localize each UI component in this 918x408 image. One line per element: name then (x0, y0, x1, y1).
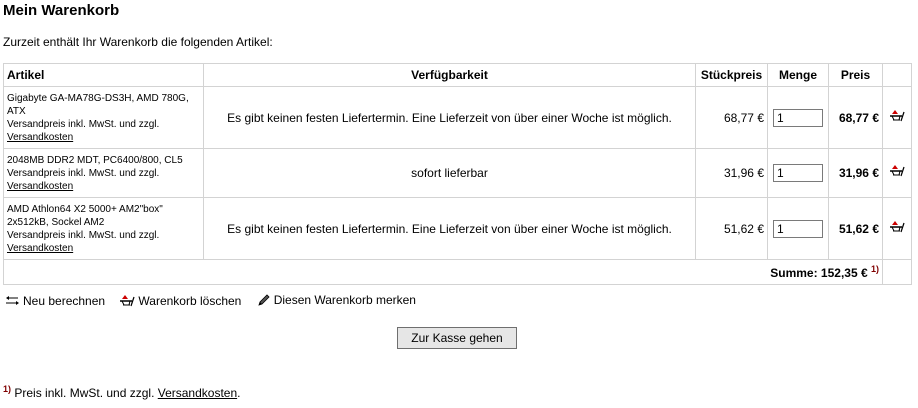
cart-sum: Summe: 152,35 € (770, 266, 868, 280)
sum-empty-cell (882, 259, 912, 285)
table-row: AMD Athlon64 X2 5000+ AM2"box" 2x512kB, … (3, 197, 912, 260)
cart-table: Artikel Verfügbarkeit Stückpreis Menge P… (3, 63, 912, 285)
sum-row: Summe: 152,35 € 1) (3, 259, 912, 285)
pencil-icon (258, 294, 270, 306)
shipping-costs-link[interactable]: Versandkosten (7, 132, 73, 143)
quantity-cell (767, 197, 829, 260)
sum-cell: Summe: 152,35 € 1) (3, 259, 883, 285)
quantity-cell (767, 86, 829, 149)
page-title: Mein Warenkorb (3, 2, 120, 19)
shipping-note: Versandpreis inkl. MwSt. und zzgl. (7, 167, 160, 179)
availability: sofort lieferbar (203, 148, 696, 198)
intro-text: Zurzeit enthält Ihr Warenkorb die folgen… (3, 35, 273, 49)
cart-actions: Neu berechnen Warenkorb löschen Diesen W… (5, 293, 428, 310)
recalculate-label: Neu berechnen (23, 294, 106, 308)
quantity-input[interactable] (773, 219, 823, 238)
footnote-text: Preis inkl. MwSt. und zzgl. (14, 386, 155, 400)
shipping-note: Versandpreis inkl. MwSt. und zzgl. (7, 118, 160, 130)
footnote-marker: 1) (3, 384, 12, 394)
swap-arrows-icon (6, 296, 19, 305)
remove-item-icon[interactable] (889, 164, 905, 182)
remember-cart-link[interactable]: Diesen Warenkorb merken (257, 293, 416, 307)
remember-cart-label: Diesen Warenkorb merken (273, 293, 416, 307)
availability: Es gibt keinen festen Liefertermin. Eine… (203, 197, 696, 260)
quantity-input[interactable] (773, 164, 823, 182)
quantity-cell (767, 148, 829, 198)
quantity-input[interactable] (773, 108, 823, 127)
availability: Es gibt keinen festen Liefertermin. Eine… (203, 86, 696, 149)
shipping-note: Versandpreis inkl. MwSt. und zzgl. (7, 229, 160, 241)
header-actions (882, 63, 912, 87)
product-cell: 2048MB DDR2 MDT, PC6400/800, CL5 Versand… (3, 148, 204, 198)
header-article: Artikel (3, 63, 204, 87)
row-price: 68,77 € (828, 86, 883, 149)
delete-cell (882, 148, 912, 198)
recalculate-link[interactable]: Neu berechnen (5, 294, 105, 308)
unit-price: 31,96 € (695, 148, 768, 198)
product-cell: AMD Athlon64 X2 5000+ AM2"box" 2x512kB, … (3, 197, 204, 260)
footnote-period: . (237, 386, 241, 400)
clear-cart-link[interactable]: Warenkorb löschen (120, 294, 241, 308)
table-header-row: Artikel Verfügbarkeit Stückpreis Menge P… (3, 63, 912, 87)
row-price: 51,62 € (828, 197, 883, 260)
product-cell: Gigabyte GA-MA78G-DS3H, AMD 780G, ATX Ve… (3, 86, 204, 149)
footnote: 1) Preis inkl. MwSt. und zzgl. Versandko… (3, 384, 240, 400)
delete-cell (882, 197, 912, 260)
table-row: 2048MB DDR2 MDT, PC6400/800, CL5 Versand… (3, 148, 912, 198)
product-name: AMD Athlon64 X2 5000+ AM2"box" 2x512kB, … (7, 203, 163, 228)
shipping-costs-link[interactable]: Versandkosten (7, 243, 73, 254)
product-name: 2048MB DDR2 MDT, PC6400/800, CL5 (7, 154, 183, 166)
row-price: 31,96 € (828, 148, 883, 198)
product-name: Gigabyte GA-MA78G-DS3H, AMD 780G, ATX (7, 92, 189, 117)
sum-footnote-marker: 1) (870, 264, 879, 274)
header-quantity: Menge (767, 63, 829, 87)
shipping-costs-link[interactable]: Versandkosten (7, 181, 73, 192)
footnote-shipping-link[interactable]: Versandkosten (158, 386, 237, 400)
clear-cart-label: Warenkorb löschen (138, 293, 242, 308)
header-unit-price: Stückpreis (695, 63, 768, 87)
remove-item-icon[interactable] (889, 109, 905, 127)
remove-item-icon[interactable] (889, 220, 905, 238)
header-price: Preis (828, 63, 883, 87)
header-availability: Verfügbarkeit (203, 63, 696, 87)
unit-price: 68,77 € (695, 86, 768, 149)
cart-delete-icon (120, 295, 135, 307)
checkout-button[interactable]: Zur Kasse gehen (397, 327, 517, 349)
delete-cell (882, 86, 912, 149)
table-row: Gigabyte GA-MA78G-DS3H, AMD 780G, ATX Ve… (3, 86, 912, 149)
unit-price: 51,62 € (695, 197, 768, 260)
